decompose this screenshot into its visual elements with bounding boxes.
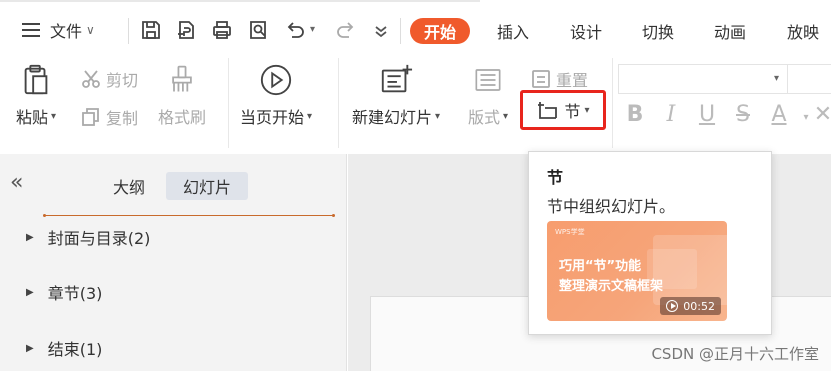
layout-label: 版式 <box>468 108 501 127</box>
layout-icon <box>470 62 506 98</box>
promo-title-line1: 巧用“节”功能 <box>559 259 642 274</box>
section-title: 封面与目录(2) <box>47 229 151 248</box>
window-top-line <box>0 0 480 2</box>
section-title: 章节(3) <box>47 284 103 303</box>
underline-button[interactable]: U <box>694 102 720 127</box>
play-icon <box>666 300 679 312</box>
outline-section-item[interactable]: ▶ 章节(3) <box>26 281 102 303</box>
layout-button[interactable]: 版式 ▾ <box>468 62 508 128</box>
redo-icon[interactable] <box>333 17 359 43</box>
undo-dropdown-icon[interactable]: ▾ <box>310 24 315 35</box>
file-menu-label: 文件 <box>50 22 83 41</box>
dropdown-arrow-icon: ▾ <box>503 110 509 122</box>
paste-label: 粘贴 <box>16 108 49 127</box>
video-duration: 00:52 <box>683 299 715 313</box>
expand-arrow-icon[interactable]: ▶ <box>26 232 34 243</box>
divider <box>612 58 613 148</box>
format-painter-button[interactable]: 格式刷 <box>158 62 206 128</box>
dropdown-arrow-icon: ▾ <box>584 104 590 116</box>
cut-label: 剪切 <box>106 71 139 90</box>
watermark: CSDN @正月十六工作室 <box>651 345 819 363</box>
play-from-current-button[interactable]: 当页开始 ▾ <box>240 62 312 128</box>
tab-design[interactable]: 设计 <box>570 18 602 44</box>
ribbon: 粘贴 ▾ 剪切 复制 格式刷 当页开始 ▾ 新建幻灯片 ▾ 版式 ▾ 重置 节 … <box>0 58 831 154</box>
cut-button[interactable]: 剪切 <box>80 66 138 92</box>
export-icon[interactable] <box>173 17 199 43</box>
tutorial-video-card[interactable]: WPS学堂 巧用“节”功能 整理演示文稿框架 00:52 <box>547 221 727 321</box>
promo-brand: WPS学堂 <box>555 228 585 236</box>
reset-button[interactable]: 重置 <box>530 66 588 92</box>
tab-animation[interactable]: 动画 <box>714 18 746 44</box>
bold-button[interactable]: B <box>622 102 648 127</box>
play-circle-icon <box>258 62 294 98</box>
italic-button[interactable]: I <box>658 102 684 127</box>
copy-icon <box>82 108 99 126</box>
print-preview-icon[interactable] <box>245 17 271 43</box>
tab-slideshow[interactable]: 放映 <box>787 18 819 44</box>
promo-title-line2: 整理演示文稿框架 <box>559 279 664 294</box>
format-painter-label: 格式刷 <box>158 108 207 127</box>
divider <box>400 18 401 44</box>
scissors-icon <box>82 70 100 88</box>
divider <box>228 58 229 148</box>
file-menu-button[interactable]: 文件 ∨ <box>22 16 95 44</box>
section-tooltip: 节 节中组织幻灯片。 WPS学堂 巧用“节”功能 整理演示文稿框架 00:52 <box>528 151 772 335</box>
divider <box>128 18 129 44</box>
new-slide-button[interactable]: 新建幻灯片 ▾ <box>352 62 440 128</box>
section-label: 节 <box>564 102 581 121</box>
pane-divider <box>43 214 335 217</box>
copy-button[interactable]: 复制 <box>80 104 138 130</box>
save-icon[interactable] <box>138 17 164 43</box>
outline-section-item[interactable]: ▶ 封面与目录(2) <box>26 226 150 248</box>
tooltip-title: 节 <box>547 168 564 187</box>
tab-slides[interactable]: 幻灯片 <box>166 172 248 200</box>
new-slide-label: 新建幻灯片 <box>352 108 433 127</box>
paste-button[interactable]: 粘贴 ▾ <box>16 62 56 128</box>
undo-icon[interactable] <box>282 17 308 43</box>
tab-transition[interactable]: 切换 <box>642 18 674 44</box>
font-family-select[interactable]: ▾ <box>618 64 788 94</box>
tab-home[interactable]: 开始 <box>410 18 471 44</box>
play-from-current-label: 当页开始 <box>240 108 305 127</box>
expand-arrow-icon[interactable]: ▶ <box>26 343 34 354</box>
strikethrough-button[interactable]: S <box>730 102 756 127</box>
outline-pane: « 大纲 幻灯片 ▶ 封面与目录(2) ▶ 章节(3) ▶ 结束(1) <box>0 154 347 371</box>
section-icon <box>538 102 558 119</box>
paste-icon <box>18 62 54 98</box>
chevron-down-icon: ∨ <box>86 23 95 37</box>
collapse-pane-icon[interactable]: « <box>10 170 23 195</box>
hamburger-icon <box>22 23 42 37</box>
copy-label: 复制 <box>106 109 139 128</box>
tooltip-description: 节中组织幻灯片。 <box>547 197 676 216</box>
customize-icon[interactable] <box>368 17 394 43</box>
dropdown-arrow-icon: ▾ <box>51 110 57 122</box>
dropdown-arrow-icon: ▾ <box>773 73 779 84</box>
expand-arrow-icon[interactable]: ▶ <box>26 287 34 298</box>
section-title: 结束(1) <box>47 340 103 359</box>
font-size-select[interactable] <box>788 64 831 94</box>
clear-format-icon[interactable]: ✕ <box>810 102 831 127</box>
dropdown-arrow-icon: ▾ <box>435 110 441 122</box>
brush-icon <box>164 62 200 98</box>
title-menu-bar: 文件 ∨ ▾ 开始 插入 设计 切换 动画 放映 <box>0 0 831 58</box>
font-color-button[interactable]: A <box>766 102 792 127</box>
video-duration-badge: 00:52 <box>660 297 721 315</box>
print-icon[interactable] <box>209 17 235 43</box>
dropdown-arrow-icon: ▾ <box>307 110 313 122</box>
divider <box>338 58 339 148</box>
tab-outline[interactable]: 大纲 <box>104 172 154 200</box>
tab-insert[interactable]: 插入 <box>497 18 529 44</box>
section-button[interactable]: 节 ▾ <box>520 90 606 130</box>
outline-section-item[interactable]: ▶ 结束(1) <box>26 337 102 359</box>
reset-icon <box>532 70 550 88</box>
new-slide-icon <box>378 62 414 98</box>
reset-label: 重置 <box>556 71 589 90</box>
